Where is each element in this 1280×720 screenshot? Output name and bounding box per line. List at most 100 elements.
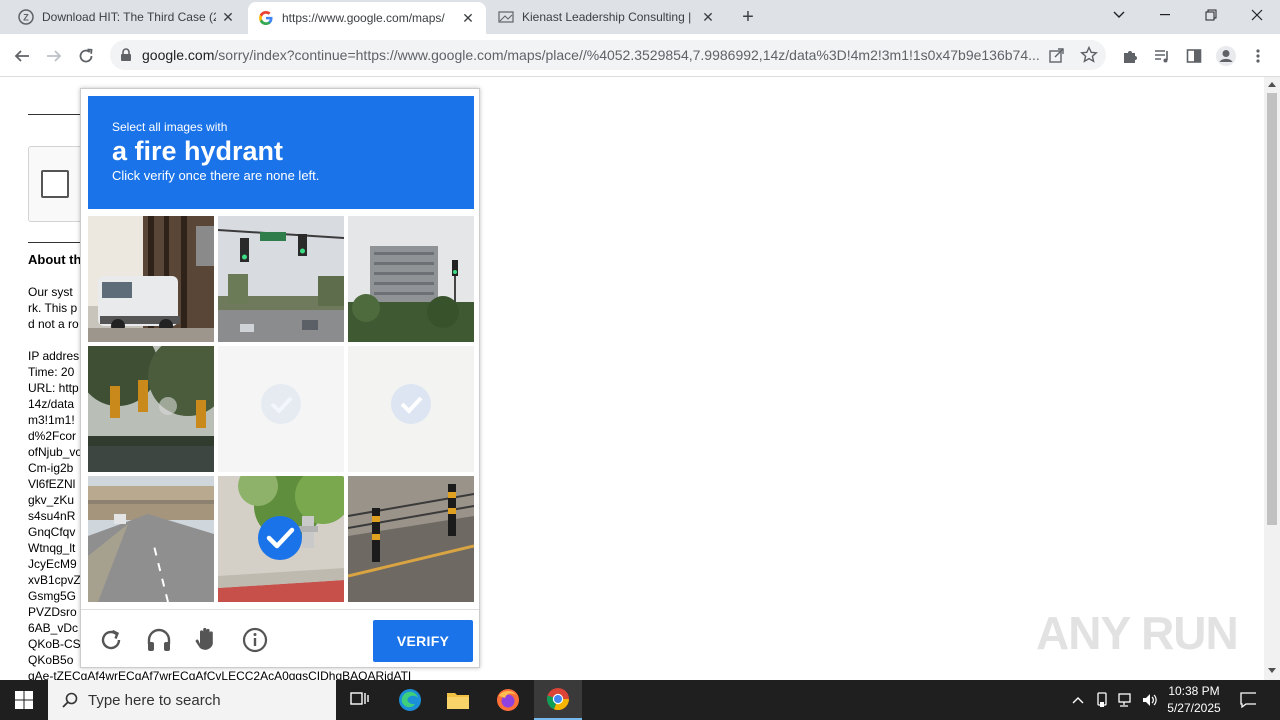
chrome-menu-button[interactable] bbox=[1244, 42, 1272, 70]
captcha-tile-1[interactable] bbox=[88, 216, 214, 342]
hand-icon bbox=[195, 627, 213, 650]
audio-challenge-button[interactable] bbox=[143, 624, 175, 656]
back-button[interactable] bbox=[8, 42, 36, 70]
instruction-sub: Click verify once there are none left. bbox=[112, 168, 320, 183]
captcha-tile-3[interactable] bbox=[348, 216, 474, 342]
chrome-taskbar-button[interactable] bbox=[534, 680, 582, 720]
chrome-icon bbox=[547, 688, 570, 711]
new-tab-button[interactable]: + bbox=[736, 5, 760, 29]
share-icon[interactable] bbox=[1048, 46, 1066, 64]
background-text-line: 6AB_vDc bbox=[28, 621, 79, 635]
minimize-icon bbox=[1160, 14, 1170, 16]
scroll-down-icon[interactable] bbox=[1268, 668, 1276, 673]
tile-image-van bbox=[88, 216, 214, 342]
show-hidden-icons[interactable] bbox=[1070, 692, 1086, 708]
side-panel-button[interactable] bbox=[1180, 42, 1208, 70]
recaptcha-checkbox[interactable] bbox=[41, 170, 69, 198]
address-bar[interactable]: google.com/sorry/index?continue=https://… bbox=[110, 40, 1106, 70]
reload-icon bbox=[79, 48, 93, 63]
system-clock[interactable]: 10:38 PM 5/27/2025 bbox=[1160, 683, 1228, 717]
help-button[interactable] bbox=[239, 624, 271, 656]
forward-button[interactable] bbox=[40, 42, 68, 70]
speaker-icon bbox=[1143, 694, 1157, 706]
task-view-button[interactable] bbox=[336, 680, 384, 720]
close-icon bbox=[1251, 9, 1263, 21]
captcha-tile-6[interactable] bbox=[348, 346, 474, 472]
url-text: google.com/sorry/index?continue=https://… bbox=[142, 47, 1040, 63]
captcha-tile-9[interactable] bbox=[348, 476, 474, 602]
volume-tray-icon[interactable] bbox=[1142, 692, 1158, 708]
page-icon bbox=[498, 9, 514, 25]
chevron-down-icon bbox=[1113, 11, 1125, 18]
minimize-button[interactable] bbox=[1142, 0, 1188, 30]
captcha-tile-8[interactable] bbox=[218, 476, 344, 602]
z-library-icon: Z bbox=[18, 9, 34, 25]
profile-button[interactable] bbox=[1212, 42, 1240, 70]
captcha-tile-5[interactable] bbox=[218, 346, 344, 472]
tab-search-button[interactable] bbox=[1096, 0, 1142, 30]
close-window-button[interactable] bbox=[1234, 0, 1280, 30]
background-text-line: QKoB5o bbox=[28, 653, 74, 667]
reload-challenge-button[interactable] bbox=[95, 624, 127, 656]
close-tab-icon[interactable]: ✕ bbox=[700, 9, 716, 25]
edge-icon bbox=[399, 689, 421, 711]
bookmark-star-icon[interactable] bbox=[1080, 46, 1098, 64]
tab-title: Download HIT: The Third Case (2 bbox=[42, 10, 216, 24]
report-button[interactable] bbox=[191, 624, 223, 656]
divider bbox=[28, 114, 80, 115]
notifications-button[interactable] bbox=[1240, 692, 1256, 708]
challenge-header: Select all images with a fire hydrant Cl… bbox=[88, 96, 474, 209]
file-explorer-button[interactable] bbox=[434, 680, 482, 720]
instruction-small: Select all images with bbox=[112, 120, 228, 134]
extensions-button[interactable] bbox=[1116, 42, 1144, 70]
tab-download-hit[interactable]: Z Download HIT: The Third Case (2 ✕ bbox=[8, 0, 246, 34]
divider bbox=[28, 242, 80, 243]
page-scrollbar[interactable] bbox=[1264, 77, 1280, 680]
forward-arrow-icon bbox=[47, 50, 62, 62]
device-tray-icon[interactable] bbox=[1094, 692, 1110, 708]
recaptcha-challenge: Select all images with a fire hydrant Cl… bbox=[80, 88, 480, 668]
scroll-up-icon[interactable] bbox=[1268, 82, 1276, 87]
clock-time: 10:38 PM bbox=[1168, 684, 1220, 698]
restore-button[interactable] bbox=[1188, 0, 1234, 30]
headphones-icon bbox=[147, 628, 171, 651]
taskbar-search[interactable]: Type here to search bbox=[48, 680, 336, 720]
edge-taskbar-button[interactable] bbox=[386, 680, 434, 720]
back-arrow-icon bbox=[14, 50, 29, 62]
background-text-line: ofNjub_vo bbox=[28, 445, 83, 459]
tile-image-traffic-lights-trees bbox=[88, 346, 214, 472]
scrollbar-thumb[interactable] bbox=[1267, 93, 1277, 525]
network-tray-icon[interactable] bbox=[1118, 692, 1134, 708]
close-tab-icon[interactable]: ✕ bbox=[220, 9, 236, 25]
background-text-line: Wtnqg_lt bbox=[28, 541, 76, 555]
start-button[interactable] bbox=[0, 680, 48, 720]
tile-selected-faded bbox=[218, 346, 344, 472]
clock-date: 5/27/2025 bbox=[1167, 701, 1221, 715]
verify-button[interactable]: VERIFY bbox=[373, 620, 473, 662]
firefox-taskbar-button[interactable] bbox=[484, 680, 532, 720]
tab-kienast[interactable]: Kienast Leadership Consulting | ✕ bbox=[488, 0, 726, 34]
background-text-line: Cm-ig2b bbox=[28, 461, 74, 475]
media-control-button[interactable] bbox=[1148, 42, 1176, 70]
avatar-icon bbox=[1216, 46, 1236, 66]
reload-button[interactable] bbox=[72, 42, 100, 70]
tile-image-traffic-lights bbox=[218, 216, 344, 342]
close-tab-icon[interactable]: ✕ bbox=[460, 10, 476, 26]
windows-taskbar: Type here to search 10:38 PM 5/27/2025 bbox=[0, 680, 1280, 720]
background-text-line: QKoB-CS bbox=[28, 637, 81, 651]
tab-google-maps[interactable]: https://www.google.com/maps/ ✕ bbox=[248, 2, 486, 34]
chevron-up-icon bbox=[1072, 697, 1084, 704]
tab-title: Kienast Leadership Consulting | bbox=[522, 10, 692, 24]
captcha-tile-7[interactable] bbox=[88, 476, 214, 602]
network-icon bbox=[1118, 693, 1131, 707]
restore-icon bbox=[1205, 9, 1217, 21]
captcha-tile-4[interactable] bbox=[88, 346, 214, 472]
background-text-line: xvB1cpvZ bbox=[28, 573, 81, 587]
browser-toolbar: google.com/sorry/index?continue=https://… bbox=[0, 34, 1280, 77]
tile-image-building bbox=[348, 216, 474, 342]
background-text-line: 14z/data bbox=[28, 397, 75, 411]
more-vert-icon bbox=[1256, 49, 1260, 63]
tab-title: https://www.google.com/maps/ bbox=[282, 11, 445, 25]
captcha-tile-2[interactable] bbox=[218, 216, 344, 342]
recaptcha-anchor[interactable] bbox=[28, 146, 88, 222]
